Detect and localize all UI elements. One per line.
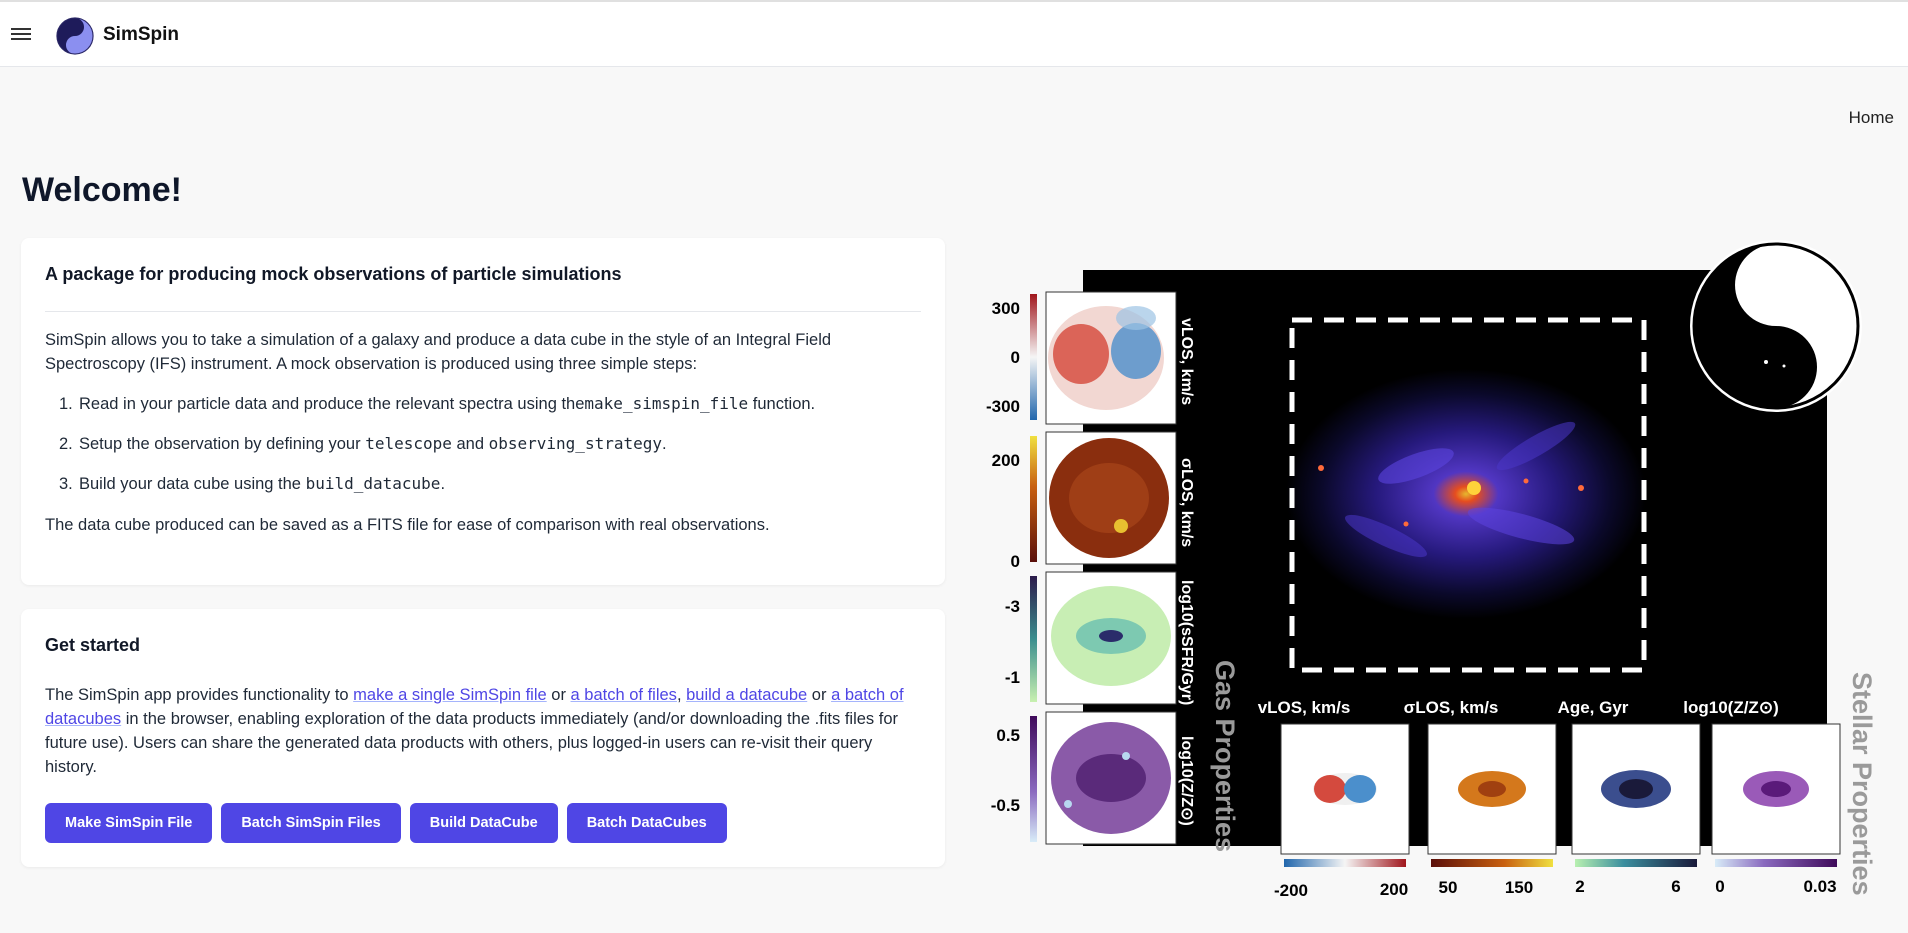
intro-card: A package for producing mock observation… [21,238,945,585]
build-datacube-button[interactable]: Build DataCube [409,803,558,843]
svg-text:6: 6 [1671,877,1680,896]
svg-text:50: 50 [1439,878,1458,897]
svg-text:2: 2 [1575,877,1584,896]
svg-text:0.03: 0.03 [1803,877,1836,896]
step-item: 3. Build your data cube using the build_d… [59,474,446,493]
top-bar: SimSpin [0,0,1908,67]
svg-text:0: 0 [1011,552,1020,571]
svg-text:0.5: 0.5 [996,726,1020,745]
batch-simspin-files-button[interactable]: Batch SimSpin Files [221,803,401,843]
svg-text:σLOS, km/s: σLOS, km/s [1178,458,1195,547]
step-item: 2. Setup the observation by defining your… [59,434,667,453]
svg-text:log10(Z/Z⊙): log10(Z/Z⊙) [1178,736,1195,826]
link-batch-files[interactable]: a batch of files [571,686,677,704]
svg-text:-300: -300 [986,397,1020,416]
svg-text:vLOS, km/s: vLOS, km/s [1178,318,1195,405]
app-name[interactable]: SimSpin [103,24,179,46]
svg-text:200: 200 [1380,880,1408,899]
step-item: 1. Read in your particle data and produce… [59,394,816,413]
code-snippet: telescope [365,434,452,453]
batch-datacubes-button[interactable]: Batch DataCubes [566,803,727,843]
hamburger-icon[interactable] [10,25,32,43]
intro-title: A package for producing mock observation… [45,264,622,284]
svg-text:Age, Gyr: Age, Gyr [1558,698,1629,717]
page-title: Welcome! [22,171,182,209]
code-snippet: make_simspin_file [584,394,749,413]
svg-text:200: 200 [992,451,1020,470]
galaxy-image [1286,369,1646,619]
svg-text:300: 300 [992,299,1020,318]
get-started-card: Get started The SimSpin app provides fun… [21,609,945,867]
simspin-logo-icon[interactable] [56,17,94,55]
stellar-properties-label: Stellar Properties [1847,672,1876,896]
svg-text:0: 0 [1011,348,1020,367]
make-simspin-file-button[interactable]: Make SimSpin File [45,803,213,843]
steps-list: 1. Read in your particle data and produce… [59,392,921,512]
svg-text:-3: -3 [1005,597,1020,616]
intro-description: SimSpin allows you to take a simulation … [45,331,832,373]
illustration-canvas: 300 0 -300 200 0 -3 -1 0.5 -0.5 vLOS, km… [986,240,1876,900]
svg-text:150: 150 [1505,878,1533,897]
svg-text:-200: -200 [1274,881,1308,900]
svg-text:-0.5: -0.5 [991,796,1020,815]
action-buttons: Make SimSpin File Batch SimSpin Files Bu… [45,803,727,843]
get-started-text: The SimSpin app provides functionality t… [45,686,904,776]
svg-text:-1: -1 [1005,668,1020,687]
link-make-single-file[interactable]: make a single SimSpin file [353,686,547,704]
simspin-emblem-icon [1690,240,1862,412]
svg-text:σLOS, km/s: σLOS, km/s [1404,698,1499,717]
code-snippet: observing_strategy [488,434,662,453]
nav-home-link[interactable]: Home [1849,108,1894,128]
svg-text:log10(sSFR/Gyr): log10(sSFR/Gyr) [1178,580,1195,705]
link-build-datacube[interactable]: build a datacube [686,686,807,704]
simspin-illustration: 300 0 -300 200 0 -3 -1 0.5 -0.5 vLOS, km… [976,236,1876,906]
get-started-title: Get started [45,635,141,655]
divider [45,311,921,312]
gas-properties-label: Gas Properties [1210,660,1240,852]
svg-text:0: 0 [1715,877,1724,896]
code-snippet: build_datacube [305,474,441,493]
svg-text:vLOS, km/s: vLOS, km/s [1258,698,1351,717]
intro-footer: The data cube produced can be saved as a… [45,516,770,534]
svg-text:log10(Z/Z⊙): log10(Z/Z⊙) [1683,698,1778,717]
